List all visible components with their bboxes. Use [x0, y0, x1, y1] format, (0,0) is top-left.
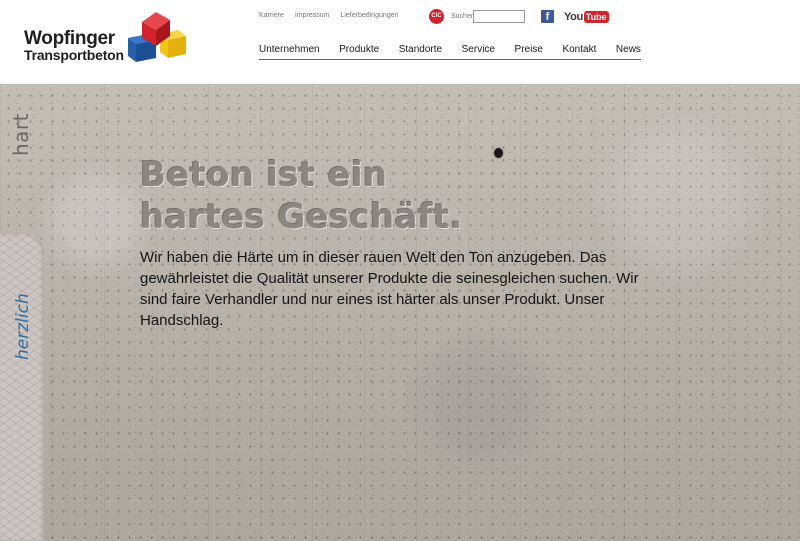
youtube-icon[interactable]: You Tube	[564, 10, 609, 23]
link-impressum[interactable]: Impressum	[295, 12, 330, 19]
nav-item-service[interactable]: Service	[462, 44, 495, 55]
nav-item-standorte[interactable]: Standorte	[399, 44, 442, 55]
nav-item-unternehmen[interactable]: Unternehmen	[259, 44, 320, 55]
side-tab-herzlich[interactable]	[0, 234, 44, 541]
concrete-hole-decoration	[494, 148, 503, 158]
nav-item-kontakt[interactable]: Kontakt	[562, 44, 596, 55]
headline-line-2: hartes Geschäft.	[140, 197, 463, 237]
cic-icon[interactable]: CIC	[429, 9, 444, 24]
search-label: Suchen	[451, 13, 475, 20]
facebook-icon[interactable]: f	[541, 10, 554, 23]
nav-item-preise[interactable]: Preise	[515, 44, 543, 55]
hero-headline: Beton ist ein hartes Geschäft.	[140, 154, 463, 238]
headline-line-1: Beton ist ein	[140, 155, 388, 195]
link-karriere[interactable]: Karriere	[259, 12, 284, 19]
nav-item-news[interactable]: News	[616, 44, 641, 55]
utility-links: Karriere Impressum Lieferbedingungen	[259, 12, 407, 19]
link-lieferbedingungen[interactable]: Lieferbedingungen	[340, 12, 398, 19]
main-nav: Unternehmen Produkte Standorte Service P…	[259, 44, 641, 55]
brand-logo[interactable]: Wopfinger Transportbeton	[22, 12, 192, 68]
cubes-logo-icon	[128, 12, 186, 62]
site-header: Wopfinger Transportbeton Karriere Impres…	[0, 0, 800, 84]
side-label-herzlich[interactable]: herzlich	[13, 293, 33, 360]
youtube-you-text: You	[564, 10, 583, 23]
youtube-tube-text: Tube	[583, 10, 609, 23]
brand-subtitle: Transportbeton	[24, 47, 124, 63]
hero-body-text: Wir haben die Härte um in dieser rauen W…	[140, 249, 639, 329]
side-tab-hart[interactable]: hart	[0, 113, 40, 238]
nav-item-produkte[interactable]: Produkte	[339, 44, 379, 55]
side-label-hart: hart	[9, 113, 33, 156]
hero-section: hart herzlich Beton ist ein hartes Gesch…	[0, 84, 800, 541]
search-input[interactable]	[473, 10, 525, 23]
nav-divider	[259, 59, 641, 60]
